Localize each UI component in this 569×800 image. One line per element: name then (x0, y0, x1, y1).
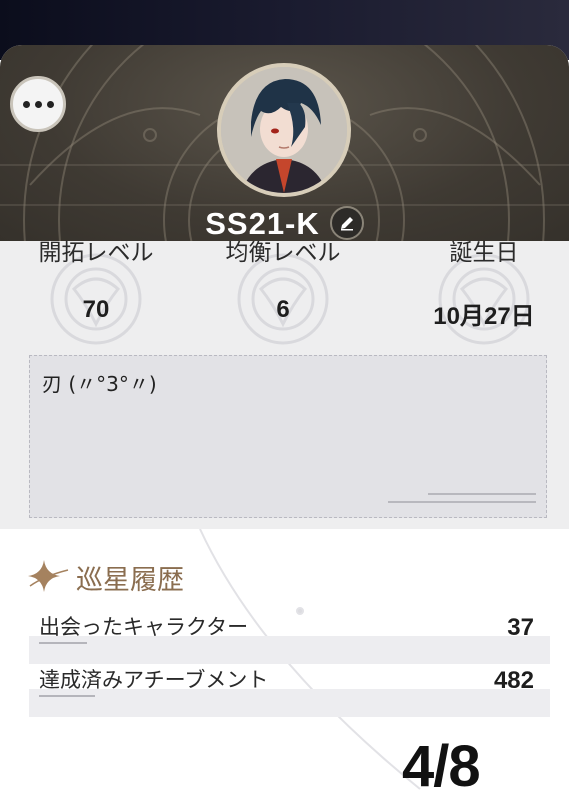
profile-header: SS21-K (0, 45, 569, 241)
avatar[interactable] (217, 63, 351, 197)
pencil-icon (340, 217, 353, 231)
row-label: 達成済みアチーブメント (39, 668, 269, 692)
list-item-achievements[interactable]: 達成済みアチーブメント 482 (29, 664, 550, 717)
stat-value: 70 (82, 296, 110, 323)
more-options-button[interactable] (10, 76, 66, 132)
fine-print-decoration (39, 695, 95, 697)
stat-birthday: 誕生日 10月27日 (394, 231, 569, 361)
stat-trailblaze-level: 開拓レベル 70 (6, 231, 186, 361)
signature-box[interactable]: 刃 (〃°3°〃) (29, 355, 547, 518)
page-indicator: 4/8 (402, 734, 481, 799)
row-value: 37 (507, 614, 534, 641)
avatar-portrait (221, 67, 347, 193)
row-value: 482 (493, 667, 534, 694)
section-title-text: 巡星履歴 (76, 565, 184, 596)
stat-value: 10月27日 (433, 303, 535, 330)
stat-value: 6 (276, 296, 290, 323)
stat-label: 誕生日 (449, 240, 519, 266)
stat-equilibrium-level: 均衡レベル 6 (193, 231, 373, 361)
fine-print-decoration (39, 642, 87, 644)
fine-print-decoration (388, 493, 536, 503)
signature-text: 刃 (〃°3°〃) (42, 372, 157, 396)
stat-label: 開拓レベル (38, 240, 154, 266)
list-item-characters-met[interactable]: 出会ったキャラクター 37 (29, 611, 550, 664)
row-label: 出会ったキャラクター (39, 615, 249, 639)
sparkle-icon (28, 560, 69, 592)
stat-label: 均衡レベル (225, 240, 341, 266)
stats-row: 開拓レベル 70 均衡レベル 6 誕生日 10月27日 (0, 231, 569, 361)
